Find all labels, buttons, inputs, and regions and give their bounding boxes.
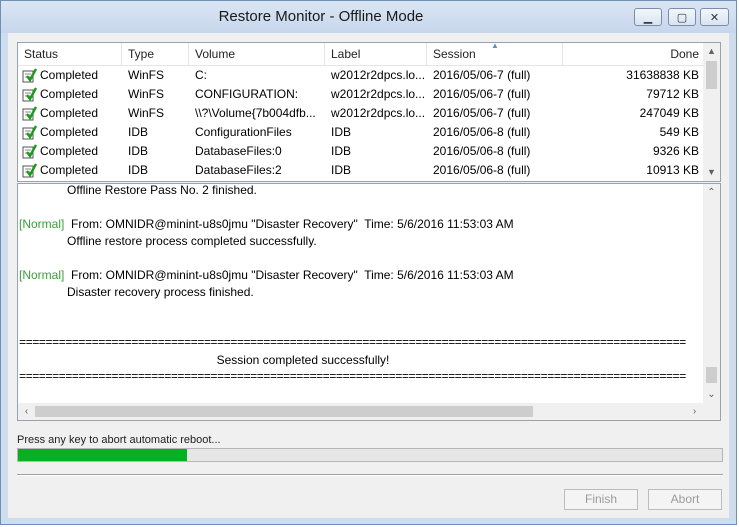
list-header: Status Type Volume Label Session Done ▲ xyxy=(18,43,705,66)
maximize-button[interactable]: ▢ xyxy=(668,8,696,26)
cell-volume: C: xyxy=(195,68,207,82)
cell-done: 10913 KB xyxy=(646,163,699,177)
minimize-button[interactable]: ▁ xyxy=(634,8,662,26)
cell-volume: ConfigurationFiles xyxy=(195,125,292,139)
column-header-done[interactable]: Done xyxy=(563,43,705,65)
cell-session: 2016/05/06-7 (full) xyxy=(433,106,531,120)
log-line: [Normal] From: OMNIDR@minint-u8s0jmu "Di… xyxy=(19,267,514,284)
completed-check-icon xyxy=(22,87,37,102)
title-bar[interactable]: Restore Monitor - Offline Mode ▁ ▢ ✕ xyxy=(1,1,736,33)
cell-done: 79712 KB xyxy=(646,87,699,101)
divider xyxy=(17,474,723,476)
cell-status: Completed xyxy=(40,68,99,82)
cell-status: Completed xyxy=(40,144,99,158)
cell-done: 549 KB xyxy=(659,125,699,139)
cell-label: IDB xyxy=(331,144,352,158)
minimize-icon: ▁ xyxy=(643,11,653,24)
session-log[interactable]: Offline Restore Pass No. 2 finished. [Nor… xyxy=(17,183,721,421)
log-line: Session completed successfully! xyxy=(216,353,390,367)
list-vertical-scrollbar[interactable]: ▲ ▼ xyxy=(703,43,720,181)
cell-label: w2012r2dpcs.lo... xyxy=(331,106,426,120)
cell-label: w2012r2dpcs.lo... xyxy=(331,68,426,82)
log-level-tag: [Normal] xyxy=(19,268,65,282)
cell-volume: CONFIGURATION: xyxy=(195,87,299,101)
cell-session: 2016/05/06-8 (full) xyxy=(433,144,531,158)
completed-check-icon xyxy=(22,144,37,159)
cell-status: Completed xyxy=(40,87,99,101)
table-row[interactable]: Completed IDB ConfigurationFiles IDB 2016/05… xyxy=(18,123,705,142)
reboot-progress-bar xyxy=(17,448,723,462)
cell-type: WinFS xyxy=(128,106,164,120)
log-line: [Normal] From: OMNIDR@minint-u8s0jmu "Di… xyxy=(19,216,514,233)
cell-type: IDB xyxy=(128,163,149,177)
sort-ascending-icon: ▲ xyxy=(491,42,499,50)
scroll-right-icon[interactable]: › xyxy=(686,403,703,420)
cell-volume: DatabaseFiles:2 xyxy=(195,163,282,177)
log-line: ========================================… xyxy=(19,336,686,350)
cell-type: WinFS xyxy=(128,68,164,82)
finish-button[interactable]: Finish xyxy=(564,489,638,510)
maximize-icon: ▢ xyxy=(676,11,688,24)
log-message: From: OMNIDR@minint-u8s0jmu "Disaster Re… xyxy=(64,268,514,282)
log-line: ========================================… xyxy=(19,370,686,384)
cell-done: 247049 KB xyxy=(639,106,699,120)
cell-status: Completed xyxy=(40,125,99,139)
cell-status: Completed xyxy=(40,163,99,177)
log-line: Offline restore process completed succes… xyxy=(67,234,317,248)
completed-check-icon xyxy=(22,125,37,140)
cell-type: IDB xyxy=(128,125,149,139)
cell-label: IDB xyxy=(331,163,352,177)
scroll-up-icon[interactable]: ▲ xyxy=(703,43,720,60)
table-row[interactable]: Completed IDB DatabaseFiles:0 IDB 2016/05/06… xyxy=(18,142,705,161)
log-horizontal-thumb[interactable] xyxy=(35,406,533,417)
log-line: Offline Restore Pass No. 2 finished. xyxy=(67,183,257,197)
cell-session: 2016/05/06-8 (full) xyxy=(433,163,531,177)
abort-button[interactable]: Abort xyxy=(648,489,722,510)
table-row[interactable]: Completed WinFS C: w2012r2dpcs.lo... 2016/05… xyxy=(18,66,705,85)
close-icon: ✕ xyxy=(709,11,720,24)
scroll-down-icon[interactable]: ⌄ xyxy=(703,386,720,403)
log-message: From: OMNIDR@minint-u8s0jmu "Disaster Re… xyxy=(64,217,514,231)
log-vertical-thumb[interactable] xyxy=(706,367,717,383)
scrollbar-corner xyxy=(703,403,720,420)
cell-session: 2016/05/06-7 (full) xyxy=(433,68,531,82)
log-line: Disaster recovery process finished. xyxy=(67,285,254,299)
client-area: Status Type Volume Label Session Done ▲ … xyxy=(8,33,729,518)
cell-volume: DatabaseFiles:0 xyxy=(195,144,282,158)
window-title: Restore Monitor - Offline Mode xyxy=(218,8,424,25)
scroll-up-icon[interactable]: ⌃ xyxy=(703,184,720,201)
restore-object-list[interactable]: Status Type Volume Label Session Done ▲ … xyxy=(17,42,721,182)
list-scroll-thumb[interactable] xyxy=(706,61,717,89)
cell-label: w2012r2dpcs.lo... xyxy=(331,87,426,101)
column-header-type[interactable]: Type xyxy=(122,43,189,65)
column-header-status[interactable]: Status xyxy=(18,43,122,65)
completed-check-icon xyxy=(22,106,37,121)
column-header-volume[interactable]: Volume xyxy=(189,43,325,65)
column-header-label[interactable]: Label xyxy=(325,43,427,65)
progress-fill xyxy=(18,449,187,461)
table-row[interactable]: Completed WinFS CONFIGURATION: w2012r2dpcs.… xyxy=(18,85,705,104)
cell-type: WinFS xyxy=(128,87,164,101)
table-row[interactable]: Completed WinFS \\?\Volume{7b004dfb... w201… xyxy=(18,104,705,123)
cell-label: IDB xyxy=(331,125,352,139)
completed-check-icon xyxy=(22,163,37,178)
close-button[interactable]: ✕ xyxy=(700,8,729,26)
log-vertical-scrollbar[interactable]: ⌃ ⌄ xyxy=(703,184,720,403)
column-header-session-label: Session xyxy=(433,47,476,61)
restore-monitor-window: Restore Monitor - Offline Mode ▁ ▢ ✕ Sta… xyxy=(0,0,737,525)
cell-volume: \\?\Volume{7b004dfb... xyxy=(195,106,316,120)
cell-status: Completed xyxy=(40,106,99,120)
log-horizontal-scrollbar[interactable]: ‹ › xyxy=(18,403,703,420)
cell-session: 2016/05/06-7 (full) xyxy=(433,87,531,101)
completed-check-icon xyxy=(22,68,37,83)
cell-done: 31638838 KB xyxy=(626,68,699,82)
scroll-down-icon[interactable]: ▼ xyxy=(703,164,720,181)
cell-done: 9326 KB xyxy=(652,144,699,158)
cell-session: 2016/05/06-8 (full) xyxy=(433,125,531,139)
scroll-left-icon[interactable]: ‹ xyxy=(18,403,35,420)
table-row[interactable]: Completed IDB DatabaseFiles:2 IDB 2016/05/06… xyxy=(18,161,705,180)
reboot-prompt: Press any key to abort automatic reboot.… xyxy=(17,434,221,446)
log-level-tag: [Normal] xyxy=(19,217,65,231)
cell-type: IDB xyxy=(128,144,149,158)
